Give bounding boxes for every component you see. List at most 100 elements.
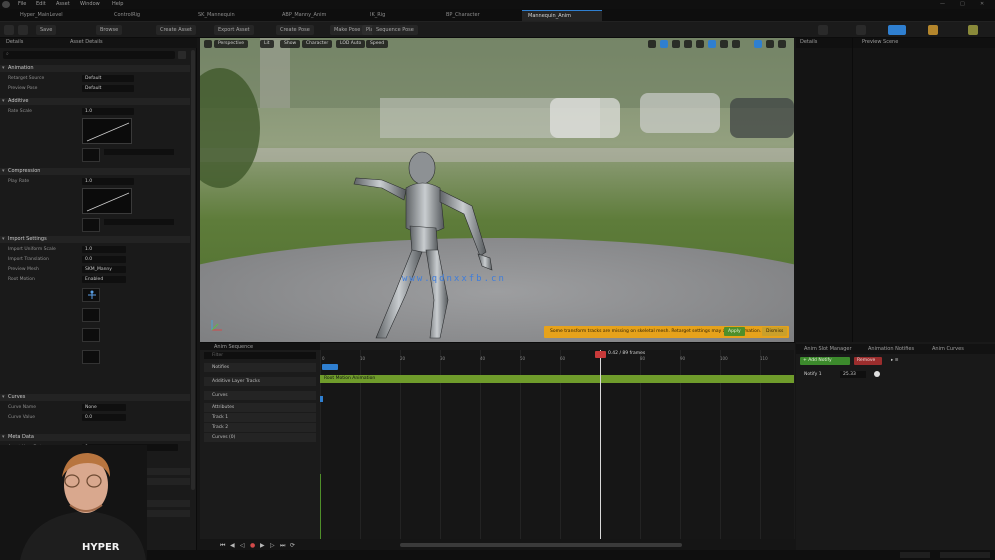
notification-dismiss-button[interactable]: Dismiss	[762, 327, 788, 336]
menu-file[interactable]: File	[18, 1, 26, 7]
root-motion-dropdown[interactable]: Enabled	[82, 276, 126, 283]
section-animation[interactable]: Animation	[0, 65, 190, 72]
tab-anim-blueprint[interactable]: ABP_Manny_Anim	[276, 10, 360, 21]
playhead[interactable]	[600, 350, 601, 546]
asset-thumbnail-3[interactable]	[82, 308, 100, 322]
curve-preview[interactable]	[82, 118, 132, 144]
track-curves-count[interactable]: Curves (0)	[204, 433, 316, 442]
show-button[interactable]: Show	[280, 40, 301, 48]
keyframe-marker[interactable]	[320, 396, 323, 402]
tab-ik-rig[interactable]: IK_Rig	[364, 10, 436, 21]
sequence-pose-button[interactable]: Sequence Pose	[372, 25, 418, 35]
select-mode-icon[interactable]	[648, 40, 656, 48]
rotate-icon[interactable]	[672, 40, 680, 48]
grid-snap-icon[interactable]	[708, 40, 716, 48]
asset-thumbnail-5[interactable]	[82, 350, 100, 364]
source-control-button[interactable]	[900, 552, 930, 558]
asset-picker-2[interactable]	[104, 219, 174, 225]
skeleton-thumbnail[interactable]	[82, 288, 100, 302]
translate-icon[interactable]	[660, 40, 668, 48]
viewport-menu-icon[interactable]	[204, 40, 212, 48]
close-window-icon[interactable]: ✕	[980, 1, 984, 7]
curve-name-field[interactable]: None	[82, 404, 126, 411]
tab-anim-curves[interactable]: Anim Curves	[932, 346, 964, 352]
tab-preview-scene[interactable]: Preview Scene	[862, 39, 898, 45]
track-1[interactable]: Track 1	[204, 413, 316, 422]
section-curves[interactable]: Curves	[0, 394, 190, 401]
playhead-handle[interactable]	[595, 351, 606, 358]
preview-pose-dropdown[interactable]: Default	[82, 85, 134, 92]
save-icon[interactable]	[4, 25, 14, 35]
skeleton-icon[interactable]	[856, 25, 866, 35]
scale-snap-icon[interactable]	[732, 40, 740, 48]
add-notify-button[interactable]: + Add Notify	[800, 357, 850, 365]
tab-control-rig[interactable]: ControlRig	[108, 10, 188, 21]
maximize-viewport-icon[interactable]	[766, 40, 774, 48]
character-button[interactable]: Character	[302, 40, 333, 48]
details-scrollbar[interactable]	[191, 50, 195, 490]
tab-character-bp[interactable]: BP_Character	[440, 10, 518, 21]
loop-icon[interactable]: ⟳	[290, 542, 295, 549]
sequencer-timeline[interactable]: 0 10 20 30 40 50 60 80 90 100 110 Root M…	[320, 350, 794, 546]
section-additive[interactable]: Additive	[0, 98, 190, 105]
menu-asset[interactable]: Asset	[56, 1, 70, 7]
curve-preview-2[interactable]	[82, 188, 132, 214]
make-pose-button[interactable]: Make Pose	[330, 25, 365, 35]
step-back-icon[interactable]: ◀	[230, 542, 235, 549]
notify-toggle-icon[interactable]	[874, 371, 880, 377]
range-start-marker[interactable]	[322, 364, 338, 370]
asset-thumbnail-4[interactable]	[82, 328, 100, 342]
asset-thumbnail[interactable]	[82, 148, 100, 162]
track-curves[interactable]: Curves	[204, 391, 316, 400]
tab-asset-details[interactable]: Asset Details	[70, 39, 103, 45]
track-2[interactable]: Track 2	[204, 423, 316, 432]
tab-right-details[interactable]: Details	[800, 39, 817, 45]
step-forward-icon[interactable]: ▷	[270, 542, 275, 549]
tab-skeletal-mesh[interactable]: SK_Mannequin	[192, 10, 272, 21]
record-icon[interactable]: ●	[250, 542, 255, 549]
browse-button[interactable]: Browse	[96, 25, 123, 35]
notify-time-field[interactable]: 25.33	[840, 371, 866, 378]
camera-speed-icon[interactable]	[754, 40, 762, 48]
character-icon[interactable]	[818, 25, 828, 35]
track-notifies[interactable]: Notifies	[204, 363, 316, 372]
speed-button[interactable]: Speed	[366, 40, 389, 48]
create-asset-button[interactable]: Create Asset	[156, 25, 196, 35]
import-translation-field[interactable]: 0.0	[82, 256, 126, 263]
section-import-settings[interactable]: Import Settings	[0, 236, 190, 243]
menu-edit[interactable]: Edit	[36, 1, 46, 7]
import-scale-field[interactable]: 1.0	[82, 246, 126, 253]
save-button[interactable]: Save	[36, 25, 57, 35]
animation-viewport[interactable]: Perspective Lit Show Character LOD Auto …	[200, 38, 794, 342]
derived-data-button[interactable]	[940, 552, 990, 558]
viewport-options-icon[interactable]	[778, 40, 786, 48]
preview-mesh-dropdown[interactable]: SKM_Manny	[82, 266, 126, 273]
notify-options-button[interactable]: ▸ ≡	[888, 357, 924, 365]
export-asset-button[interactable]: Export Asset	[214, 25, 254, 35]
section-compression[interactable]: Compression	[0, 168, 190, 175]
play-icon[interactable]: ▶	[260, 542, 265, 549]
tab-anim-notifies[interactable]: Animation Notifies	[868, 346, 914, 352]
asset-thumbnail-2[interactable]	[82, 218, 100, 232]
section-meta-data[interactable]: Meta Data	[0, 434, 190, 441]
curve-value-field[interactable]: 0.0	[82, 414, 126, 421]
root-motion-track-bar[interactable]: Root Motion Animation	[320, 375, 794, 383]
track-additive-layers[interactable]: Additive Layer Tracks	[204, 377, 316, 386]
view-options-icon[interactable]	[178, 51, 186, 59]
track-attributes[interactable]: Attributes	[204, 403, 316, 412]
world-local-icon[interactable]	[696, 40, 704, 48]
tab-anim-sequence[interactable]: Mannequin_Anim	[522, 10, 602, 21]
tab-details[interactable]: Details	[6, 39, 23, 45]
rotation-snap-icon[interactable]	[720, 40, 728, 48]
physics-icon[interactable]	[968, 25, 978, 35]
animation-mode-icon[interactable]	[888, 25, 906, 35]
maximize-icon[interactable]: □	[960, 1, 965, 7]
scale-icon[interactable]	[684, 40, 692, 48]
remove-notify-button[interactable]: Remove	[854, 357, 882, 365]
track-filter-input[interactable]: Filter	[204, 352, 316, 359]
skip-to-start-icon[interactable]: ⏮	[220, 542, 225, 550]
skip-to-end-icon[interactable]: ⏭	[280, 542, 285, 550]
menu-window[interactable]: Window	[80, 1, 100, 7]
notification-apply-button[interactable]: Apply	[724, 327, 745, 336]
reverse-play-icon[interactable]: ◁	[240, 542, 245, 549]
